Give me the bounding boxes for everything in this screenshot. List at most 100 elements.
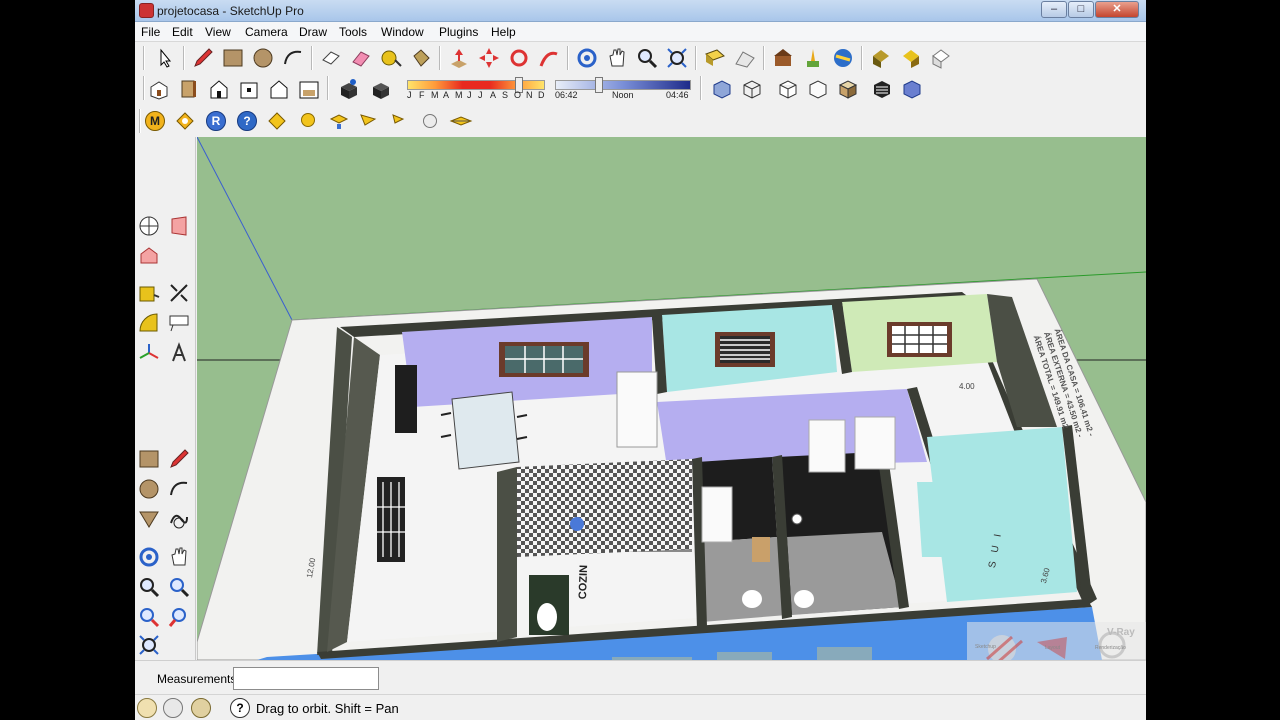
back-view-icon[interactable] xyxy=(267,77,291,101)
menu-plugins[interactable]: Plugins xyxy=(439,25,478,39)
circle-side-icon[interactable] xyxy=(137,477,161,501)
dimension-tool-icon[interactable] xyxy=(167,281,191,305)
maximize-button[interactable]: □ xyxy=(1068,1,1094,18)
3d-text-icon[interactable] xyxy=(167,341,191,365)
user-icon[interactable] xyxy=(191,698,211,718)
zoom-window-side-icon[interactable] xyxy=(167,575,191,599)
infinite-plane-icon[interactable] xyxy=(449,109,473,133)
make-component-icon[interactable] xyxy=(319,46,343,70)
month-tick-label: M xyxy=(455,90,463,100)
menu-window[interactable]: Window xyxy=(381,25,424,39)
google-earth-icon[interactable] xyxy=(703,46,727,70)
axes-tool-icon[interactable] xyxy=(137,341,161,365)
paint-bucket-icon[interactable] xyxy=(409,46,433,70)
push-pull-icon[interactable] xyxy=(447,46,471,70)
wireframe-style-icon[interactable] xyxy=(740,77,764,101)
eraser-tool-icon[interactable] xyxy=(349,46,373,70)
shaded-style-icon[interactable] xyxy=(806,77,830,101)
window-title: projetocasa - SketchUp Pro xyxy=(157,4,304,18)
arc-tool-icon[interactable] xyxy=(281,46,305,70)
protractor-icon[interactable] xyxy=(137,311,161,335)
zoom-side-icon[interactable] xyxy=(137,575,161,599)
pencil-tool-icon[interactable] xyxy=(191,46,215,70)
pencil-side-icon[interactable] xyxy=(167,447,191,471)
rectangle-side-icon[interactable] xyxy=(137,447,161,471)
select-tool-icon[interactable] xyxy=(153,46,177,70)
measurements-label: Measurements xyxy=(157,672,237,686)
orbit-side-icon[interactable] xyxy=(137,545,161,569)
menu-draw[interactable]: Draw xyxy=(299,25,327,39)
close-button[interactable]: ✕ xyxy=(1095,1,1139,18)
section-fill-icon[interactable] xyxy=(137,244,161,268)
iso-view-icon[interactable] xyxy=(147,77,171,101)
solid-tools-icon[interactable] xyxy=(929,46,953,70)
month-slider[interactable] xyxy=(407,80,545,90)
zoom-tool-icon[interactable] xyxy=(635,46,659,70)
circle-tool-icon[interactable] xyxy=(251,46,275,70)
shadow-settings-icon[interactable] xyxy=(337,77,361,101)
next-view-side-icon[interactable] xyxy=(167,605,191,629)
time-slider[interactable] xyxy=(555,80,691,90)
hidden-line-style-icon[interactable] xyxy=(776,77,800,101)
rect-light-icon[interactable] xyxy=(327,109,351,133)
orbit-tool-icon[interactable] xyxy=(575,46,599,70)
component-icon[interactable] xyxy=(869,46,893,70)
menu-edit[interactable]: Edit xyxy=(172,25,193,39)
previous-view-side-icon[interactable] xyxy=(137,605,161,629)
menu-view[interactable]: View xyxy=(205,25,231,39)
time-slider-thumb[interactable] xyxy=(595,77,603,93)
monochrome-style-icon[interactable] xyxy=(870,77,894,101)
xray-style-icon[interactable] xyxy=(710,77,734,101)
top-view-icon[interactable] xyxy=(177,77,201,101)
back-edges-icon[interactable] xyxy=(900,77,924,101)
vray-render-icon[interactable]: R xyxy=(206,111,226,131)
pan-side-icon[interactable] xyxy=(167,545,191,569)
follow-me-icon[interactable] xyxy=(537,46,561,70)
zoom-extents-icon[interactable] xyxy=(665,46,689,70)
model-viewport[interactable]: COZIN S U I 4.00 3.60 12.00 ÁREA DA CASA… xyxy=(197,137,1146,660)
section-plane-icon[interactable] xyxy=(137,214,161,238)
display-shadows-icon[interactable] xyxy=(369,77,393,101)
omni-light-icon[interactable] xyxy=(301,113,315,127)
menu-help[interactable]: Help xyxy=(491,25,516,39)
left-view-icon[interactable] xyxy=(297,77,321,101)
tape-measure-side-icon[interactable] xyxy=(137,281,161,305)
month-tick-label: J xyxy=(478,90,483,100)
arc-side-icon[interactable] xyxy=(167,477,191,501)
warehouse-icon[interactable] xyxy=(771,46,795,70)
menu-camera[interactable]: Camera xyxy=(245,25,288,39)
sphere-light-icon[interactable] xyxy=(423,114,437,128)
polygon-side-icon[interactable] xyxy=(137,507,161,531)
pan-tool-icon[interactable] xyxy=(605,46,629,70)
status-bar: ? Drag to orbit. Shift = Pan xyxy=(135,694,1146,720)
shaded-textures-style-icon[interactable] xyxy=(836,77,860,101)
spot-light-icon[interactable] xyxy=(355,109,379,133)
minimize-button[interactable]: – xyxy=(1041,1,1067,18)
front-view-icon[interactable] xyxy=(207,77,231,101)
share-model-icon[interactable] xyxy=(831,46,855,70)
vray-frame-buffer-icon[interactable] xyxy=(265,109,289,133)
zoom-extents-side-icon[interactable] xyxy=(137,633,161,657)
geolocation-icon[interactable] xyxy=(137,698,157,718)
ies-light-icon[interactable] xyxy=(385,109,409,133)
terrain-icon[interactable] xyxy=(733,46,757,70)
vray-material-editor-icon[interactable]: M xyxy=(145,111,165,131)
freehand-side-icon[interactable] xyxy=(167,507,191,531)
rectangle-tool-icon[interactable] xyxy=(221,46,245,70)
right-view-icon[interactable] xyxy=(237,77,261,101)
tape-measure-icon[interactable] xyxy=(379,46,403,70)
section-cut-icon[interactable] xyxy=(167,214,191,238)
menu-file[interactable]: File xyxy=(141,25,160,39)
credits-icon[interactable] xyxy=(163,698,183,718)
dynamic-component-icon[interactable] xyxy=(899,46,923,70)
vray-options-icon[interactable] xyxy=(173,109,197,133)
vray-help-icon[interactable]: ? xyxy=(237,111,257,131)
place-model-icon[interactable] xyxy=(801,46,825,70)
sketchup-app-icon[interactable] xyxy=(139,3,154,18)
measurements-input[interactable] xyxy=(233,667,379,690)
menu-tools[interactable]: Tools xyxy=(339,25,367,39)
move-tool-icon[interactable] xyxy=(477,46,501,70)
instructor-help-icon[interactable]: ? xyxy=(230,698,250,718)
rotate-tool-icon[interactable] xyxy=(507,46,531,70)
text-tool-icon[interactable] xyxy=(167,311,191,335)
